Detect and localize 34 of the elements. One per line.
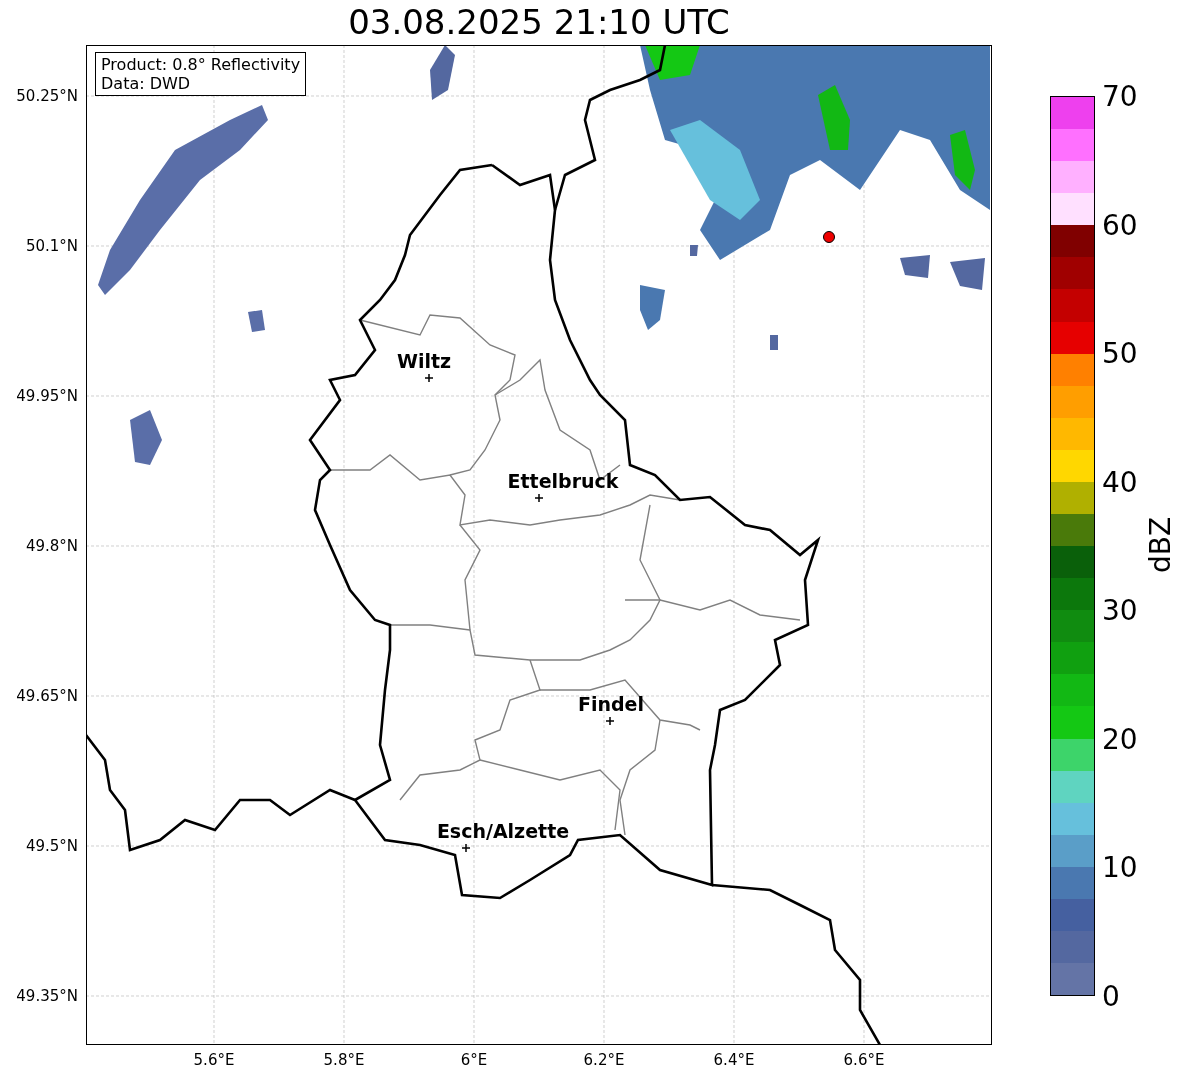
latitude-label: 49.5°N bbox=[25, 837, 78, 855]
colorbar-label: dBZ bbox=[1143, 516, 1177, 574]
info-text: Data: DWD bbox=[101, 74, 192, 93]
longitude-label: 6.4°E bbox=[713, 1051, 755, 1069]
colorbar-tick-label: 10 bbox=[1102, 850, 1138, 884]
info-text: Product: 0.8° Reflectivity bbox=[101, 55, 301, 74]
city-label: Wiltz bbox=[396, 350, 452, 372]
city-label: Findel bbox=[578, 693, 644, 715]
latitude-label: 49.95°N bbox=[16, 387, 78, 405]
colorbar-tick-label: 0 bbox=[1102, 979, 1120, 1013]
colorbar-tick-label: 40 bbox=[1102, 465, 1138, 499]
longitude-label: 5.8°E bbox=[323, 1051, 365, 1069]
radar-site-marker bbox=[823, 231, 835, 243]
city-marker-icon bbox=[605, 716, 615, 726]
city-label: Ettelbruck bbox=[507, 470, 619, 492]
colorbar-tick-label: 70 bbox=[1102, 79, 1138, 113]
colorbar-tick-label: 50 bbox=[1102, 336, 1138, 370]
city-marker-icon bbox=[424, 373, 434, 383]
latitude-label: 50.1°N bbox=[25, 237, 78, 255]
city-label: Esch/Alzette bbox=[436, 820, 570, 842]
colorbar-tick-label: 30 bbox=[1102, 593, 1138, 627]
latitude-label: 49.8°N bbox=[25, 537, 78, 555]
colorbar-tick-label: 60 bbox=[1102, 208, 1138, 242]
latitude-label: 49.65°N bbox=[16, 687, 78, 705]
longitude-label: 6°E bbox=[460, 1051, 488, 1069]
longitude-label: 6.2°E bbox=[583, 1051, 625, 1069]
longitude-label: 6.6°E bbox=[843, 1051, 885, 1069]
colorbar-tick-label: 20 bbox=[1102, 722, 1138, 756]
chart-title: 03.08.2025 21:10 UTC bbox=[347, 1, 731, 44]
city-marker-icon bbox=[534, 493, 544, 503]
city-marker-icon bbox=[461, 843, 471, 853]
latitude-label: 50.25°N bbox=[16, 87, 78, 105]
latitude-label: 49.35°N bbox=[16, 987, 78, 1005]
longitude-label: 5.6°E bbox=[193, 1051, 235, 1069]
